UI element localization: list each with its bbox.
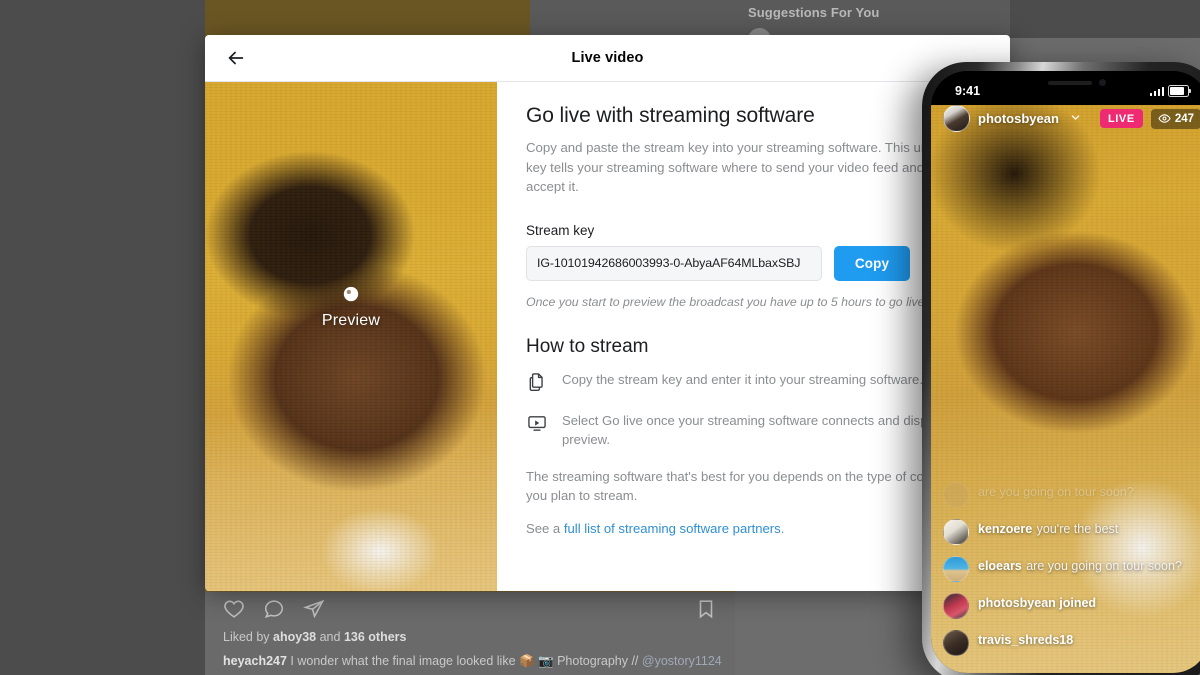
phone-mockup: 9:41 photosbyean LIVE 247 are you going …	[922, 62, 1200, 675]
how-to-step: Copy the stream key and enter it into yo…	[526, 370, 976, 393]
live-video-dialog: Live video Preview Go live with streamin…	[205, 35, 1010, 591]
dialog-header: Live video	[205, 35, 1010, 82]
viewer-count-badge[interactable]: 247	[1150, 108, 1200, 129]
dialog-body: Preview Go live with streaming software …	[205, 82, 1010, 591]
partners-link-line: See a full list of streaming software pa…	[526, 521, 976, 536]
stream-key-row: IG-10101942686003993-0-AbyaAF64MLbaxSBJ …	[526, 245, 976, 281]
copy-button[interactable]: Copy	[834, 245, 910, 281]
post-action-bar	[205, 592, 735, 626]
comment-text: are you going on tour soon?	[1026, 559, 1182, 573]
comment-text: I wonder what the final image looked lik…	[286, 654, 642, 668]
post-comment-line: heyach247 I wonder what the final image …	[223, 652, 733, 671]
share-paperplane-icon[interactable]	[303, 598, 325, 620]
avatar[interactable]	[943, 519, 969, 545]
comment-bubble-icon[interactable]	[263, 598, 285, 620]
how-to-step-text: Copy the stream key and enter it into yo…	[562, 371, 923, 387]
link-suffix: .	[780, 520, 785, 536]
stream-key-input[interactable]: IG-10101942686003993-0-AbyaAF64MLbaxSBJ	[526, 245, 822, 281]
viewer-count: 247	[1174, 112, 1194, 125]
comment-username[interactable]: kenzoere	[978, 522, 1032, 536]
dialog-title: Live video	[571, 50, 644, 66]
suggestions-for-you-title: Suggestions For You	[748, 5, 880, 20]
notch-camera-icon	[1099, 79, 1106, 86]
list-item: kenzoere you're the best	[943, 519, 1199, 545]
how-to-step: Select Go live once your streaming softw…	[526, 411, 976, 449]
comment-body: are you going on tour soon?	[978, 482, 1134, 501]
status-indicators	[1149, 85, 1191, 97]
comment-username[interactable]: travis_shreds18	[978, 633, 1073, 647]
comment-mention[interactable]: @yostory1124	[642, 654, 722, 668]
avatar[interactable]	[943, 556, 969, 582]
likes-count[interactable]: 136 others	[344, 630, 407, 644]
list-item: are you going on tour soon?	[943, 482, 1199, 508]
avatar[interactable]	[943, 593, 969, 619]
comment-text: are you going on tour soon?	[978, 485, 1134, 499]
post-caption-area: Liked by ahoy38 and 136 others heyach247…	[223, 628, 733, 671]
streaming-partners-link[interactable]: full list of streaming software partners	[564, 521, 781, 536]
video-preview-pane[interactable]: Preview	[205, 82, 497, 591]
preview-button[interactable]: Preview	[205, 284, 497, 330]
avatar[interactable]	[943, 105, 970, 132]
live-username[interactable]: photosbyean	[978, 111, 1059, 126]
live-badge: LIVE	[1099, 109, 1143, 128]
list-item: travis_shreds18	[943, 630, 1199, 656]
bookmark-save-icon[interactable]	[695, 598, 717, 620]
streaming-software-note: The streaming software that's best for y…	[526, 468, 953, 503]
like-heart-icon[interactable]	[223, 598, 245, 620]
link-prefix: See a	[526, 520, 564, 536]
go-live-heading: Go live with streaming software	[526, 104, 815, 127]
preview-label: Preview	[321, 312, 381, 329]
preview-eye-icon	[341, 284, 361, 304]
live-comments-list: are you going on tour soon? kenzoere you…	[931, 482, 1200, 673]
avatar	[943, 482, 969, 508]
chevron-down-icon[interactable]	[1070, 110, 1081, 128]
comment-username[interactable]: eloears	[978, 559, 1022, 573]
signal-bars-icon	[1149, 86, 1164, 96]
eye-icon	[1158, 114, 1171, 123]
comment-username[interactable]: photosbyean joined	[978, 596, 1096, 610]
list-item: eloears are you going on tour soon?	[943, 556, 1199, 582]
screenshot-stage: Liked by ahoy38 and 136 others heyach247…	[0, 0, 1200, 675]
back-button[interactable]	[219, 41, 253, 75]
likes-username[interactable]: ahoy38	[273, 630, 316, 644]
comment-body: kenzoere you're the best	[978, 519, 1118, 538]
how-to-stream-heading: How to stream	[526, 335, 649, 357]
copy-documents-icon	[526, 370, 556, 393]
avatar[interactable]	[943, 630, 969, 656]
comment-text: you're the best	[1036, 522, 1119, 536]
comment-body: travis_shreds18	[978, 630, 1073, 649]
phone-notch	[1014, 71, 1126, 95]
likes-middle: and	[316, 630, 344, 644]
monitor-play-icon	[526, 411, 556, 434]
list-item: photosbyean joined	[943, 593, 1199, 619]
comment-body: eloears are you going on tour soon?	[978, 556, 1182, 575]
post-likes-line: Liked by ahoy38 and 136 others	[223, 628, 733, 646]
battery-icon	[1168, 85, 1191, 97]
go-live-description: Copy and paste the stream key into your …	[526, 140, 954, 194]
phone-screen: 9:41 photosbyean LIVE 247 are you going …	[931, 71, 1200, 673]
back-arrow-icon	[228, 51, 244, 65]
likes-prefix: Liked by	[223, 630, 274, 644]
comment-username[interactable]: heyach247	[223, 654, 287, 668]
status-time: 9:41	[955, 84, 981, 98]
how-to-step-text: Select Go live once your streaming softw…	[562, 412, 951, 447]
comment-body: photosbyean joined	[978, 593, 1096, 612]
notch-speaker-icon	[1048, 81, 1092, 85]
stream-key-note: Once you start to preview the broadcast …	[526, 294, 925, 309]
preview-video-still	[205, 82, 497, 591]
live-header: photosbyean LIVE 247	[931, 105, 1200, 132]
stream-key-label: Stream key	[526, 222, 595, 238]
